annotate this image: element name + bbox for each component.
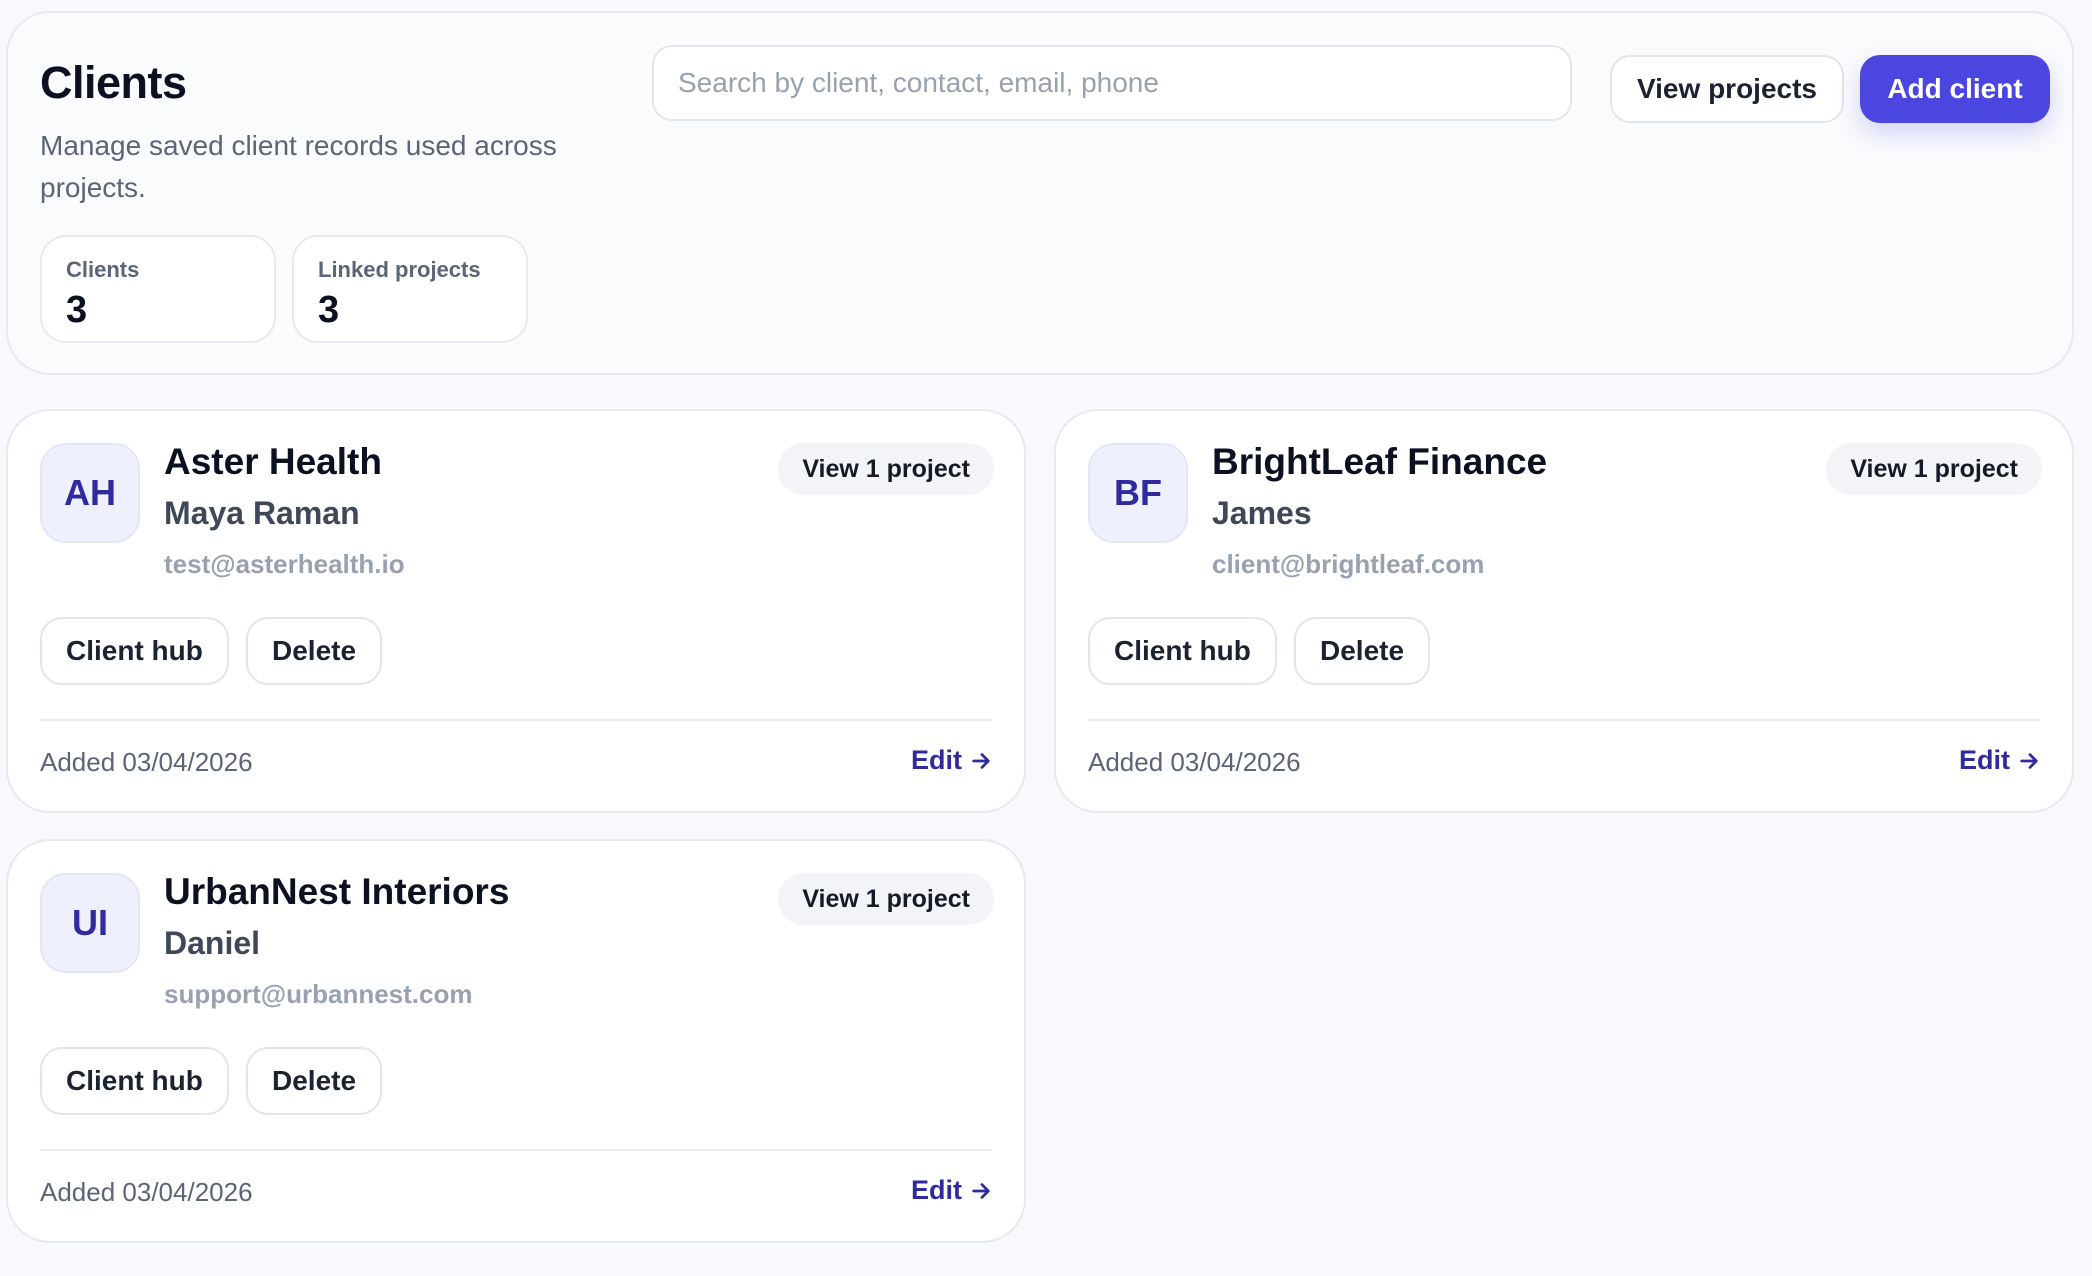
view-project-button[interactable]: View 1 project <box>1826 443 2042 495</box>
client-contact: Daniel <box>164 925 261 961</box>
client-hub-button[interactable]: Client hub <box>40 617 229 685</box>
added-date: Added 03/04/2026 <box>1088 747 1301 777</box>
client-card-urbannest-interiors: UI UrbanNest Interiors Daniel support@ur… <box>6 839 1026 1243</box>
delete-button[interactable]: Delete <box>246 1047 383 1115</box>
client-email: client@brightleaf.com <box>1212 549 1485 579</box>
client-card-aster-health: AH Aster Health Maya Raman test@asterhea… <box>6 409 1026 813</box>
card-divider <box>40 1149 992 1151</box>
edit-label: Edit <box>911 1175 962 1205</box>
edit-label: Edit <box>911 745 962 775</box>
arrow-right-icon <box>972 752 990 769</box>
page-title: Clients <box>40 57 187 108</box>
edit-label: Edit <box>1959 745 2010 775</box>
stat-label: Clients <box>66 257 140 282</box>
view-projects-button[interactable]: View projects <box>1610 55 1844 123</box>
arrow-right-icon <box>972 1182 990 1199</box>
delete-button[interactable]: Delete <box>1294 617 1431 685</box>
card-divider <box>40 719 992 721</box>
edit-link[interactable]: Edit <box>911 745 992 776</box>
client-email: support@urbannest.com <box>164 979 473 1009</box>
edit-link[interactable]: Edit <box>1959 745 2040 776</box>
client-hub-button[interactable]: Client hub <box>40 1047 229 1115</box>
avatar: AH <box>40 443 140 543</box>
card-divider <box>1088 719 2040 721</box>
client-email: test@asterhealth.io <box>164 549 405 579</box>
stat-clients: Clients 3 <box>40 235 276 343</box>
view-project-button[interactable]: View 1 project <box>778 873 994 925</box>
stat-label: Linked projects <box>318 257 481 282</box>
stat-linked-projects: Linked projects 3 <box>292 235 528 343</box>
client-contact: James <box>1212 495 1312 531</box>
client-card-brightleaf-finance: BF BrightLeaf Finance James client@brigh… <box>1054 409 2074 813</box>
add-client-button[interactable]: Add client <box>1860 55 2050 123</box>
search-input[interactable] <box>652 45 1572 121</box>
stat-value: 3 <box>318 289 340 331</box>
avatar: UI <box>40 873 140 973</box>
view-project-button[interactable]: View 1 project <box>778 443 994 495</box>
client-name: BrightLeaf Finance <box>1212 441 1548 482</box>
added-date: Added 03/04/2026 <box>40 1177 253 1207</box>
clients-header-card: Clients Manage saved client records used… <box>6 11 2074 375</box>
client-contact: Maya Raman <box>164 495 360 531</box>
added-date: Added 03/04/2026 <box>40 747 253 777</box>
edit-link[interactable]: Edit <box>911 1175 992 1206</box>
client-name: Aster Health <box>164 441 382 482</box>
client-name: UrbanNest Interiors <box>164 871 510 912</box>
delete-button[interactable]: Delete <box>246 617 383 685</box>
arrow-right-icon <box>2020 752 2038 769</box>
avatar: BF <box>1088 443 1188 543</box>
page-subtitle: Manage saved client records used across … <box>40 130 557 203</box>
stat-value: 3 <box>66 289 88 331</box>
client-hub-button[interactable]: Client hub <box>1088 617 1277 685</box>
